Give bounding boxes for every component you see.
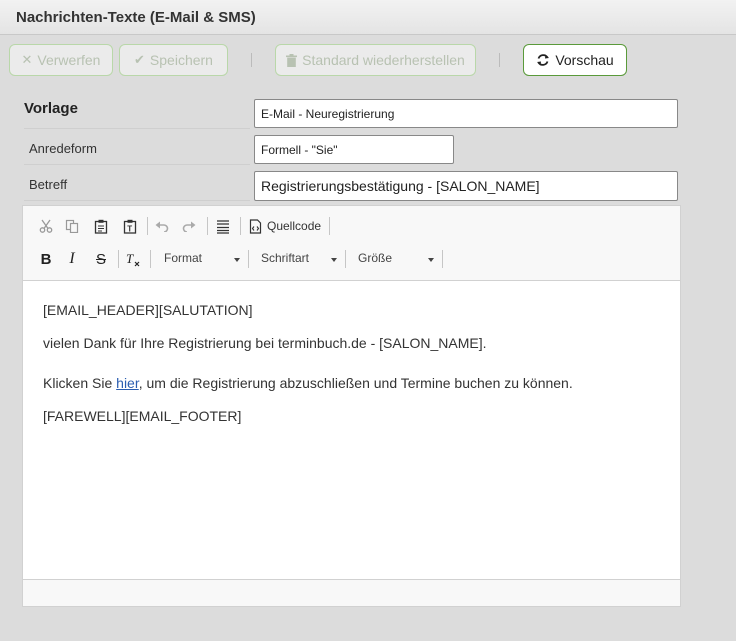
- save-label: Speichern: [149, 52, 213, 68]
- page-break-icon[interactable]: [214, 217, 232, 235]
- format-combo[interactable]: Format: [164, 251, 242, 265]
- copy-icon[interactable]: [63, 217, 81, 235]
- toolbar-separator: [248, 250, 249, 268]
- save-button[interactable]: ✔ Speichern: [119, 44, 228, 76]
- undo-icon[interactable]: [153, 217, 171, 235]
- check-icon: ✔: [134, 52, 145, 67]
- italic-icon[interactable]: I: [63, 250, 81, 268]
- title-bar: Nachrichten-Texte (E-Mail & SMS): [0, 0, 736, 35]
- discard-label: Verwerfen: [37, 52, 101, 68]
- remove-format-icon[interactable]: T: [124, 250, 142, 268]
- size-combo-label: Größe: [358, 251, 393, 265]
- rich-text-editor: T Quellcode B I S T Format Schriftart Gr…: [22, 205, 681, 607]
- toolbar-separator: [147, 217, 148, 235]
- toolbar-divider: [251, 53, 252, 67]
- preview-button[interactable]: Vorschau: [523, 44, 627, 76]
- salutation-select-value: Formell - "Sie": [261, 142, 338, 157]
- template-select[interactable]: E-Mail - Neuregistrierung: [254, 99, 678, 128]
- chevron-down-icon: [428, 258, 434, 262]
- restore-defaults-button[interactable]: Standard wiederherstellen: [275, 44, 476, 76]
- subject-input-value: Registrierungsbestätigung - [SALON_NAME]: [261, 178, 540, 194]
- font-combo-label: Schriftart: [261, 251, 310, 265]
- toolbar-separator: [240, 217, 241, 235]
- format-combo-label: Format: [164, 251, 203, 265]
- template-select-value: E-Mail - Neuregistrierung: [261, 106, 395, 121]
- toolbar-separator: [150, 250, 151, 268]
- discard-button[interactable]: ✕ Verwerfen: [9, 44, 113, 76]
- toolbar-separator: [442, 250, 443, 268]
- close-icon: ✕: [21, 52, 33, 67]
- subject-input[interactable]: Registrierungsbestätigung - [SALON_NAME]: [254, 171, 678, 201]
- content-text: , um die Registrierung abzuschließen und…: [138, 375, 573, 391]
- paste-icon[interactable]: [92, 217, 110, 235]
- content-line: vielen Dank für Ihre Registrierung bei t…: [43, 335, 487, 351]
- salutation-select[interactable]: Formell - "Sie": [254, 135, 454, 164]
- cut-icon[interactable]: [37, 217, 55, 235]
- bold-icon[interactable]: B: [37, 250, 55, 268]
- editor-status-bar: [23, 579, 680, 606]
- registration-link[interactable]: hier: [116, 375, 139, 391]
- chevron-down-icon: [234, 258, 240, 262]
- salutation-label: Anredeform: [29, 141, 97, 156]
- action-toolbar: ✕ Verwerfen ✔ Speichern Standard wiederh…: [0, 36, 736, 90]
- row-divider: [24, 164, 250, 165]
- paste-text-icon[interactable]: T: [121, 217, 139, 235]
- editor-toolbar: T Quellcode B I S T Format Schriftart Gr…: [23, 206, 680, 281]
- content-text: Klicken Sie: [43, 375, 117, 391]
- page-title: Nachrichten-Texte (E-Mail & SMS): [16, 9, 256, 26]
- content-line: [EMAIL_HEADER][SALUTATION]: [43, 302, 253, 318]
- toolbar-separator: [118, 250, 119, 268]
- toolbar-separator: [207, 217, 208, 235]
- svg-text:T: T: [126, 251, 134, 266]
- subject-label: Betreff: [29, 177, 68, 192]
- strikethrough-icon[interactable]: S: [92, 250, 110, 268]
- size-combo[interactable]: Größe: [358, 251, 436, 265]
- trash-icon: [286, 53, 298, 67]
- toolbar-divider: [499, 53, 500, 67]
- refresh-icon: [537, 54, 550, 66]
- toolbar-separator: [329, 217, 330, 235]
- restore-defaults-label: Standard wiederherstellen: [302, 52, 465, 68]
- content-line: Klicken Sie hier, um die Registrierung a…: [43, 375, 573, 391]
- row-divider: [24, 200, 250, 201]
- redo-icon[interactable]: [180, 217, 198, 235]
- row-divider: [24, 128, 250, 129]
- source-code-icon[interactable]: [246, 217, 264, 235]
- svg-text:T: T: [127, 224, 132, 233]
- preview-label: Vorschau: [555, 52, 614, 68]
- template-label: Vorlage: [24, 100, 78, 117]
- font-combo[interactable]: Schriftart: [261, 251, 339, 265]
- content-line: [FAREWELL][EMAIL_FOOTER]: [43, 408, 242, 424]
- chevron-down-icon: [331, 258, 337, 262]
- source-code-button[interactable]: Quellcode: [267, 219, 321, 233]
- toolbar-separator: [345, 250, 346, 268]
